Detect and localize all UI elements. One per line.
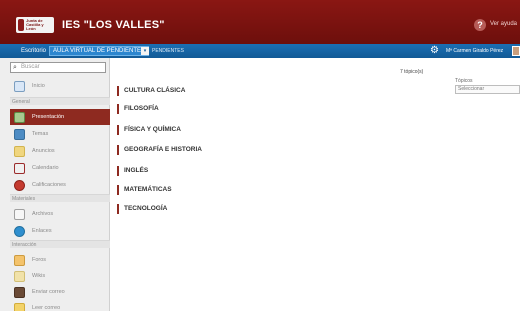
sidebar-item-label: Wikis xyxy=(32,273,46,279)
sidebar-item-inicio[interactable]: Inicio xyxy=(10,78,110,94)
sidebar-section-materiales: Materiales xyxy=(10,194,110,202)
search-placeholder: Buscar xyxy=(21,64,40,70)
sidebar-item-label: Leer correo xyxy=(32,305,61,311)
help-link[interactable]: Ver ayuda xyxy=(490,21,517,27)
announcements-icon xyxy=(14,146,25,157)
logo-mark-icon xyxy=(18,19,25,31)
search-input[interactable]: ⌕ Buscar xyxy=(10,62,106,73)
sidebar-item-label: Enviar correo xyxy=(32,289,65,295)
breadcrumb-sub[interactable]: PENDIENTES xyxy=(152,48,184,54)
sidebar-item-presentacion[interactable]: Presentación xyxy=(10,109,110,125)
sidebar-item-label: Foros xyxy=(32,257,47,263)
grades-icon xyxy=(14,180,25,191)
avatar[interactable] xyxy=(512,46,520,56)
sidebar-item-label: Calificaciones xyxy=(32,182,66,188)
sidebar-item-enviar-correo[interactable]: Enviar correo xyxy=(10,284,110,300)
links-icon xyxy=(14,226,25,237)
read-mail-icon xyxy=(14,303,25,311)
course-cultura-clasica[interactable]: CULTURA CLÁSICA xyxy=(117,86,185,96)
search-icon: ⌕ xyxy=(13,64,17,71)
sidebar-item-label: Presentación xyxy=(32,114,65,120)
gear-icon[interactable]: ⚙ xyxy=(430,46,440,56)
chevron-down-icon[interactable]: ▾ xyxy=(141,47,149,55)
sidebar-item-label: Anuncios xyxy=(32,148,55,154)
sidebar-item-enlaces[interactable]: Enlaces xyxy=(10,223,110,239)
sidebar-item-calificaciones[interactable]: Calificaciones xyxy=(10,177,110,193)
sidebar-item-label: Enlaces xyxy=(32,228,52,234)
sidebar-item-label: Archivos xyxy=(32,211,54,217)
course-tecnologia[interactable]: TECNOLOGÍA xyxy=(117,204,167,214)
user-name[interactable]: Mª Carmen Giraldo Pérez xyxy=(446,48,503,54)
breadcrumb-home[interactable]: Escritorio xyxy=(21,48,46,54)
files-icon xyxy=(14,209,25,220)
logo-text: Junta de Castilla y León xyxy=(26,18,44,31)
sidebar-section-general: General xyxy=(10,97,110,105)
help-icon[interactable]: ? xyxy=(474,19,486,31)
navigation-bar: Escritorio AULA VIRTUAL DE PENDIENTES ▾ … xyxy=(0,44,520,58)
sidebar-item-anuncios[interactable]: Anuncios xyxy=(10,143,110,159)
sidebar-item-wikis[interactable]: Wikis xyxy=(10,268,110,284)
sidebar-item-leer-correo[interactable]: Leer correo xyxy=(10,300,110,311)
sidebar-item-temas[interactable]: Temas xyxy=(10,126,110,142)
home-icon xyxy=(14,81,25,92)
junta-logo[interactable]: Junta de Castilla y León xyxy=(16,17,54,33)
course-geografia-historia[interactable]: GEOGRAFÍA E HISTORIA xyxy=(117,145,202,155)
breadcrumb-current[interactable]: AULA VIRTUAL DE PENDIENTES xyxy=(49,46,150,56)
school-title: IES "LOS VALLES" xyxy=(62,19,165,31)
sidebar-item-foros[interactable]: Foros xyxy=(10,252,110,268)
topic-count: 7 tópico(s) xyxy=(400,69,424,75)
app-header: Junta de Castilla y León IES "LOS VALLES… xyxy=(0,0,520,44)
send-mail-icon xyxy=(14,287,25,298)
sidebar-item-archivos[interactable]: Archivos xyxy=(10,206,110,222)
calendar-icon xyxy=(14,163,25,174)
sidebar-item-label: Inicio xyxy=(32,83,45,89)
course-matematicas[interactable]: MATEMÁTICAS xyxy=(117,185,172,195)
forums-icon xyxy=(14,255,25,266)
page: Junta de Castilla y León IES "LOS VALLES… xyxy=(0,0,520,311)
course-ingles[interactable]: INGLÉS xyxy=(117,166,148,176)
course-fisica-quimica[interactable]: FÍSICA Y QUÍMICA xyxy=(117,125,181,135)
sidebar-item-calendario[interactable]: Calendario xyxy=(10,160,110,176)
course-filosofia[interactable]: FILOSOFÍA xyxy=(117,104,159,114)
presentation-icon xyxy=(14,112,25,123)
topic-filter-label: Tópicos xyxy=(455,78,473,84)
sidebar-section-interaccion: Interacción xyxy=(10,240,110,248)
sidebar-item-label: Temas xyxy=(32,131,49,137)
topics-icon xyxy=(14,129,25,140)
topic-select[interactable]: Seleccionar xyxy=(455,85,520,94)
sidebar-item-label: Calendario xyxy=(32,165,59,171)
wikis-icon xyxy=(14,271,25,282)
